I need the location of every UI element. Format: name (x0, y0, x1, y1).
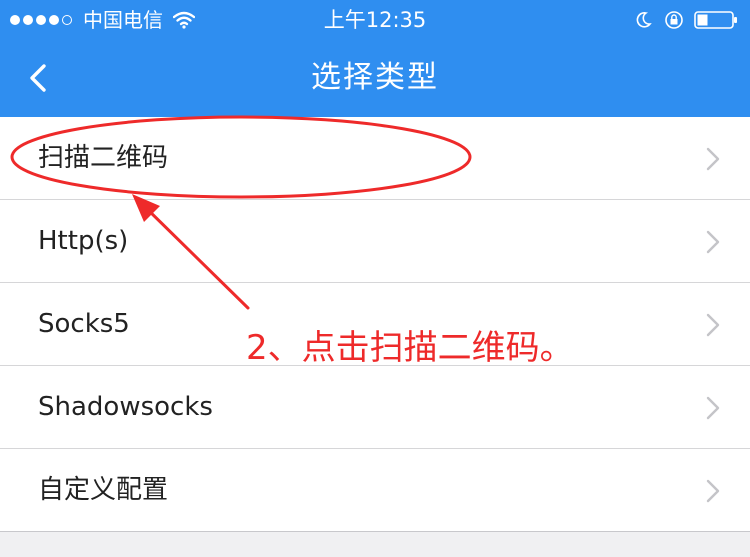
nav-bar: 选择类型 (0, 40, 750, 117)
annotation-text: 2、点击扫描二维码。 (246, 328, 574, 368)
list-item-label: Http(s) (38, 226, 129, 256)
chevron-right-icon (706, 147, 720, 171)
chevron-right-icon (706, 479, 720, 503)
status-right-icons (634, 9, 738, 31)
page-title: 选择类型 (311, 60, 439, 95)
list-item-label: 扫描二维码 (38, 143, 169, 173)
chevron-right-icon (706, 313, 720, 337)
status-bar: 中国电信 上午12:35 (0, 0, 750, 40)
list-item-label: Socks5 (38, 309, 130, 339)
list-item-https[interactable]: Http(s) (0, 200, 750, 283)
orientation-lock-icon (665, 11, 683, 29)
list-item-label: Shadowsocks (38, 392, 213, 422)
list-item-custom-config[interactable]: 自定义配置 (0, 449, 750, 532)
list-item-label: 自定义配置 (38, 475, 169, 505)
chevron-right-icon (706, 230, 720, 254)
moon-icon (636, 12, 652, 28)
type-list: 扫描二维码 Http(s) Socks5 Shadowsocks 自定义配置 (0, 117, 750, 532)
list-item-scan-qr[interactable]: 扫描二维码 (0, 117, 750, 200)
list-item-shadowsocks[interactable]: Shadowsocks (0, 366, 750, 449)
battery-icon (694, 11, 737, 29)
chevron-right-icon (706, 396, 720, 420)
